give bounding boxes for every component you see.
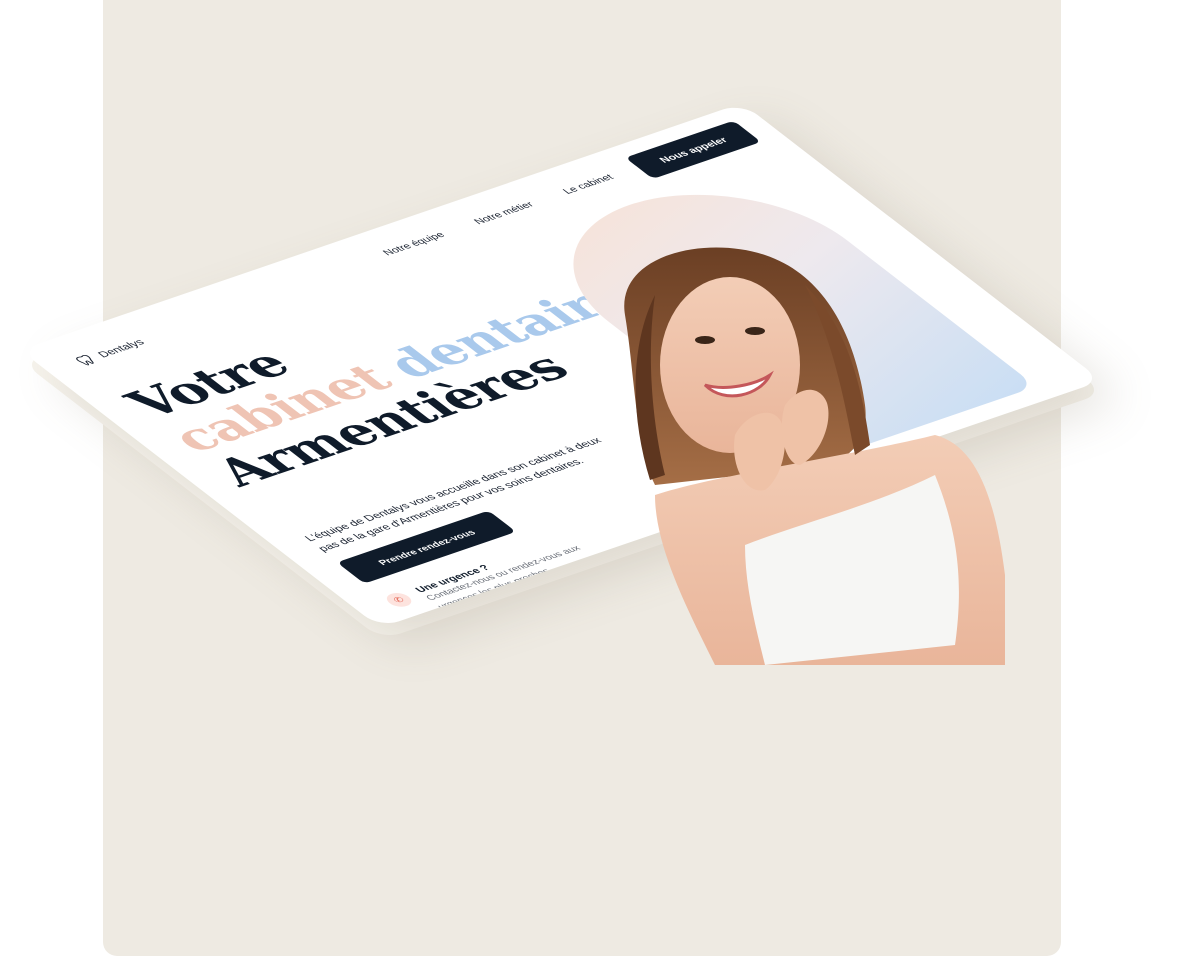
nav-link-metier[interactable]: Notre métier (471, 199, 536, 225)
nav-link-equipe[interactable]: Notre équipe (380, 230, 447, 257)
brand-logo[interactable]: Dentalys (72, 336, 149, 368)
brand-name: Dentalys (94, 337, 148, 360)
nav-link-cabinet[interactable]: Le cabinet (560, 172, 616, 195)
hero-photo (624, 247, 1005, 665)
phone-icon: ✆ (381, 590, 417, 610)
tooth-icon (76, 354, 94, 366)
mockup-stage: Dentalys Notre équipe Notre métier Le ca… (0, 0, 1200, 956)
call-button[interactable]: Nous appeler (625, 120, 762, 179)
